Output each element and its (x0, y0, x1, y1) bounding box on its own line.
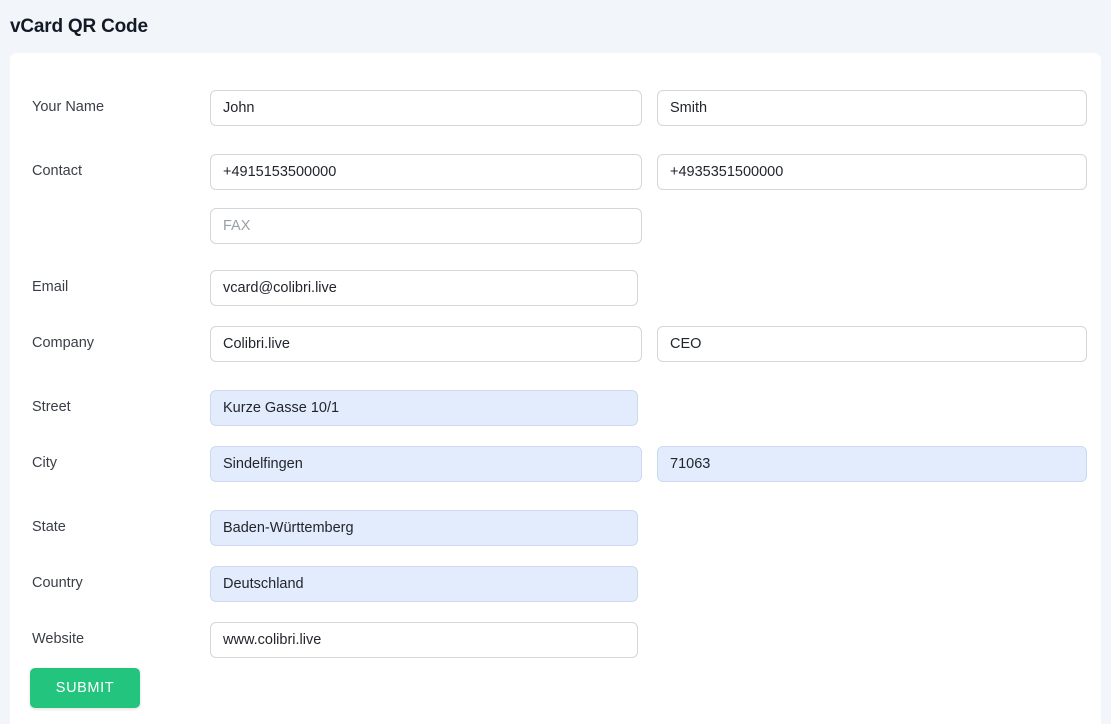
label-country: Country (32, 574, 83, 592)
form-row-your-name: Your Name (10, 73, 1101, 129)
page-header: vCard QR Code (0, 0, 1111, 53)
street-input[interactable] (210, 390, 638, 426)
form-row-email: Email (10, 253, 1101, 309)
fax-input[interactable] (210, 208, 642, 244)
label-email: Email (32, 278, 68, 296)
country-input[interactable] (210, 566, 638, 602)
mobile-phone-input[interactable] (210, 154, 642, 190)
form-card: Your Name Contact Email Company (10, 53, 1101, 724)
label-contact: Contact (32, 162, 82, 180)
submit-button[interactable]: SUBMIT (30, 668, 140, 708)
label-state: State (32, 518, 66, 536)
form-row-city: City (10, 429, 1101, 485)
vcard-qr-code-page: vCard QR Code Your Name Contact Email (0, 0, 1111, 724)
last-name-input[interactable] (657, 90, 1087, 126)
work-phone-input[interactable] (657, 154, 1087, 190)
form-row-street: Street (10, 373, 1101, 429)
form-row-company: Company (10, 309, 1101, 365)
city-input[interactable] (210, 446, 642, 482)
form-row-contact: Contact (10, 137, 1101, 247)
form-row-country: Country (10, 549, 1101, 605)
page-title: vCard QR Code (10, 16, 148, 38)
website-input[interactable] (210, 622, 638, 658)
form-row-website: Website (10, 605, 1101, 661)
label-street: Street (32, 398, 71, 416)
label-your-name: Your Name (32, 98, 104, 116)
email-input[interactable] (210, 270, 638, 306)
zipcode-input[interactable] (657, 446, 1087, 482)
label-website: Website (32, 630, 84, 648)
first-name-input[interactable] (210, 90, 642, 126)
form-row-state: State (10, 493, 1101, 549)
job-title-input[interactable] (657, 326, 1087, 362)
company-input[interactable] (210, 326, 642, 362)
label-company: Company (32, 334, 94, 352)
label-city: City (32, 454, 57, 472)
state-input[interactable] (210, 510, 638, 546)
